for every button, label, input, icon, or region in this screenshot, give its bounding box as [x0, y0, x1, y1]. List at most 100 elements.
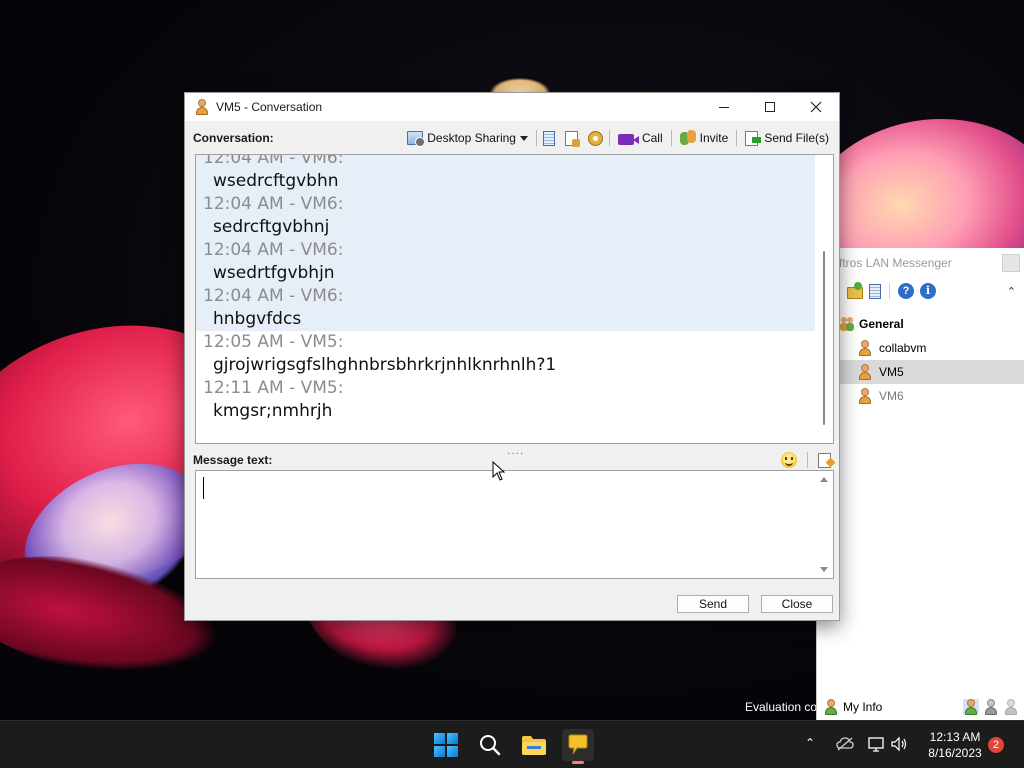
volume-icon[interactable] [890, 735, 908, 753]
call-label: Call [641, 131, 663, 145]
desktop-sharing-icon [407, 131, 426, 147]
message-text: gjrojwrigsgfslhghnbrsbhrkrjnhlknrhnlh?1 [213, 355, 557, 375]
start-button[interactable] [430, 729, 462, 761]
invite-users-icon [679, 130, 696, 146]
message-input-box[interactable] [195, 470, 834, 579]
scroll-down-arrow-icon[interactable] [820, 567, 828, 572]
scrollbar-thumb[interactable] [823, 251, 825, 425]
message-text-label: Message text: [193, 453, 273, 467]
help-icon[interactable]: ? [898, 283, 914, 299]
contact-name: collabvm [879, 341, 927, 355]
contact-vm6[interactable]: VM6 [817, 384, 1024, 408]
status-offline-icon[interactable] [1003, 699, 1019, 715]
group-general[interactable]: General [817, 312, 1024, 336]
message-item: 12:04 AM - VM6: wsedrcftgvbhn [196, 155, 816, 193]
conversation-history[interactable]: 12:04 AM - VM6: wsedrcftgvbhn 12:04 AM -… [195, 154, 834, 444]
app-person-icon [194, 99, 210, 115]
status-away-icon[interactable] [983, 699, 999, 715]
invite-button[interactable]: Invite [678, 130, 731, 146]
chevron-up-icon[interactable]: ⌃ [1007, 285, 1016, 298]
add-folder-icon[interactable] [847, 281, 863, 299]
send-button[interactable]: Send [677, 595, 749, 613]
messenger-main-window[interactable]: ftros LAN Messenger ? i ⌃ General collab… [816, 248, 1024, 720]
status-online-icon[interactable] [963, 699, 979, 715]
search-icon [480, 735, 501, 756]
history-icon[interactable] [869, 283, 881, 299]
history-icon[interactable] [542, 130, 555, 146]
message-text: hnbgvfdcs [213, 309, 302, 329]
message-meta: 12:05 AM - VM5: [203, 332, 344, 352]
notification-badge[interactable]: 2 [988, 737, 1004, 753]
network-icon[interactable] [867, 735, 885, 753]
messenger-title: ftros LAN Messenger [839, 256, 952, 270]
my-info-icon[interactable] [823, 699, 839, 715]
toolbar-separator [807, 452, 808, 468]
close-window-button[interactable] [793, 93, 839, 121]
desktop-sharing-label: Desktop Sharing [427, 131, 516, 145]
minimize-button[interactable] [701, 93, 747, 121]
message-item: 12:04 AM - VM6: wsedrtfgvbhjn [196, 239, 816, 285]
clock-time: 12:13 AM [929, 730, 981, 744]
message-input[interactable] [196, 471, 816, 578]
input-scrollbar[interactable] [815, 471, 833, 578]
message-text: sedrcftgvbhnj [213, 217, 330, 237]
toolbar-separator [889, 283, 890, 299]
invite-label: Invite [699, 131, 729, 145]
contact-name: VM5 [879, 365, 904, 379]
desktop-sharing-button[interactable]: Desktop Sharing [405, 131, 530, 147]
conversation-toolbar: Conversation: Desktop Sharing Call Invit… [193, 127, 831, 149]
toolbar-separator [736, 130, 738, 146]
user-icon [857, 340, 873, 356]
mouse-cursor-icon [492, 461, 506, 481]
message-meta: 12:11 AM - VM5: [203, 378, 344, 398]
file-explorer-button[interactable] [518, 729, 550, 761]
tray-overflow-chevron-icon[interactable]: ⌃ [805, 736, 815, 750]
my-info-label[interactable]: My Info [843, 700, 882, 714]
toolbar-separator [608, 130, 610, 146]
font-style-icon[interactable] [818, 452, 831, 468]
contact-tree: General collabvm VM5 VM6 [817, 304, 1024, 408]
lan-messenger-taskbar-button[interactable] [562, 729, 594, 764]
contact-collabvm[interactable]: collabvm [817, 336, 1024, 360]
info-icon[interactable]: i [920, 283, 936, 299]
taskbar-search-button[interactable] [474, 729, 506, 761]
message-text: wsedrtfgvbhjn [213, 263, 335, 283]
text-caret [203, 477, 204, 499]
message-item: 12:11 AM - VM5: kmgsr;nmhrjh [196, 377, 816, 423]
messenger-close-button[interactable] [1002, 254, 1020, 272]
conversation-window[interactable]: VM5 - Conversation Conversation: Desktop… [184, 92, 840, 621]
contact-vm5[interactable]: VM5 [817, 360, 1024, 384]
send-file-icon [745, 130, 762, 146]
close-button[interactable]: Close [761, 595, 833, 613]
group-label: General [859, 317, 904, 331]
onedrive-cloud-icon[interactable] [836, 735, 854, 753]
send-files-label: Send File(s) [764, 131, 829, 145]
system-clock[interactable]: 12:13 AM 8/16/2023 [920, 729, 990, 761]
dropdown-caret-icon [519, 135, 528, 141]
active-indicator [572, 761, 584, 764]
transfers-icon[interactable] [564, 130, 580, 147]
messenger-toolbar: ? i ⌃ [817, 278, 1024, 304]
smiley-icon[interactable] [781, 452, 797, 468]
message-text: kmgsr;nmhrjh [213, 401, 333, 421]
message-item: 12:04 AM - VM6: hnbgvfdcs [196, 285, 816, 331]
messenger-titlebar[interactable]: ftros LAN Messenger [817, 248, 1024, 278]
settings-gear-icon[interactable] [587, 130, 603, 146]
message-meta: 12:04 AM - VM6: [203, 240, 344, 260]
window-titlebar[interactable]: VM5 - Conversation [185, 93, 839, 121]
group-icon [839, 316, 855, 332]
chat-bubble-icon [568, 734, 588, 755]
send-files-button[interactable]: Send File(s) [743, 130, 831, 146]
history-scrollbar[interactable] [815, 155, 833, 443]
video-camera-icon [617, 133, 639, 145]
toolbar-separator [535, 130, 537, 146]
call-button[interactable]: Call [616, 131, 665, 145]
message-meta: 12:04 AM - VM6: [203, 286, 344, 306]
messenger-statusbar: My Info [817, 694, 1024, 720]
taskbar: ⌃ 12:13 AM 8/16/2023 2 [0, 720, 1024, 768]
conversation-label: Conversation: [193, 131, 274, 145]
scroll-up-arrow-icon[interactable] [820, 477, 828, 482]
maximize-button[interactable] [747, 93, 793, 121]
evaluation-watermark: Evaluation co [745, 700, 816, 714]
close-icon [810, 101, 822, 113]
